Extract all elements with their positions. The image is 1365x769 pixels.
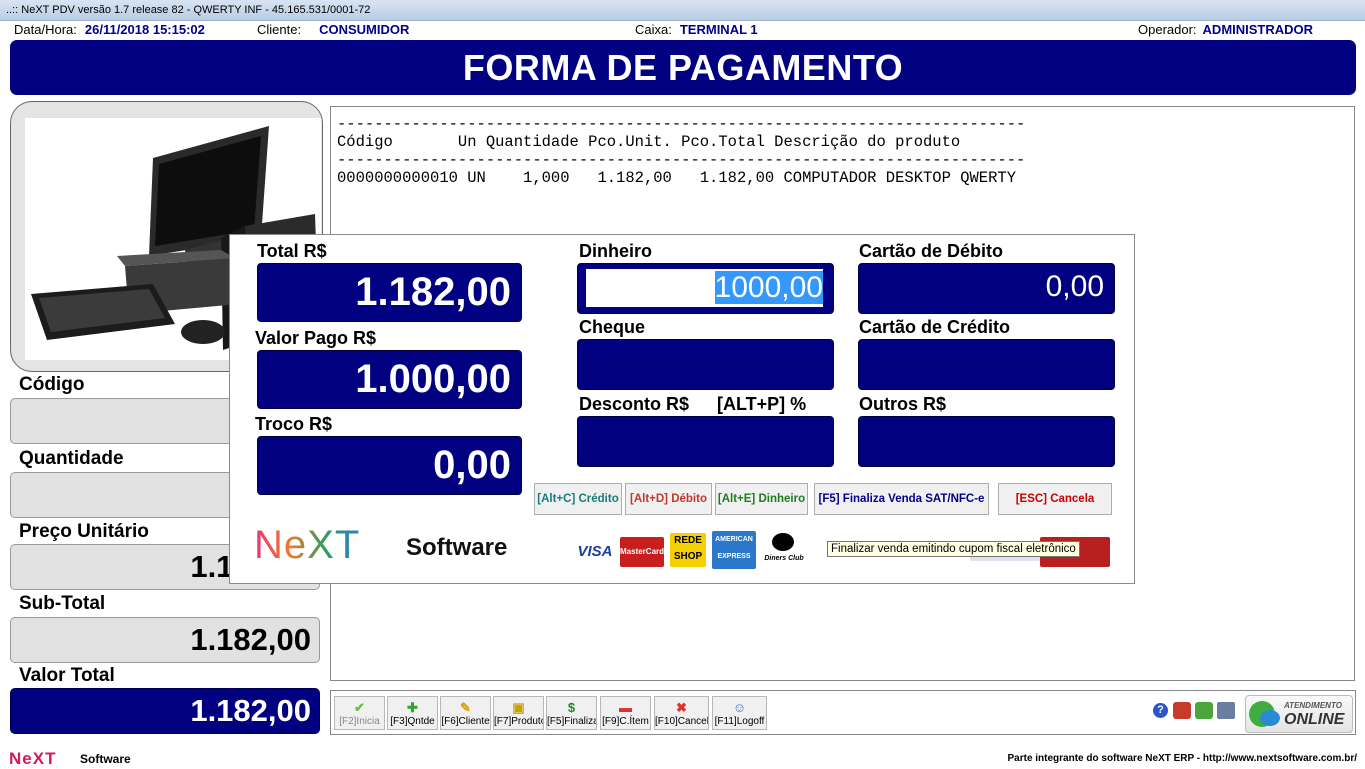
total-label: Total R$ [257, 241, 327, 261]
outros-label: Outros R$ [859, 394, 947, 414]
pencil-icon: ✎ [460, 700, 471, 715]
cartao-credito-field[interactable] [858, 339, 1115, 390]
dollar-icon: $ [567, 700, 576, 715]
toolbar-button-inicia[interactable]: ✔ [F2]Inicia [334, 696, 385, 730]
valor-pago-field: 1.000,00 [257, 350, 522, 409]
check-icon: ✔ [354, 700, 365, 715]
mastercard-logo: MasterCard [620, 537, 664, 567]
subtotal-label: Sub-Total [19, 593, 106, 614]
amex-logo: AMERICAN EXPRESS [712, 531, 756, 569]
debito-button[interactable]: [Alt+D] Débito [625, 483, 712, 515]
operator-label: Operador: [1138, 22, 1197, 37]
cashier-info: Caixa: TERMINAL 1 [635, 22, 758, 38]
credito-button[interactable]: [Alt+C] Crédito [534, 483, 622, 515]
dinheiro-input[interactable]: 1000,00 [586, 269, 823, 307]
sync-icon[interactable] [1195, 702, 1213, 719]
datetime-label: Data/Hora: [14, 22, 77, 37]
box-icon: ▣ [512, 700, 525, 715]
redeshop-logo: REDE SHOP [670, 533, 706, 567]
footer-logo-software: Software [80, 752, 131, 766]
payment-dialog: Total R$ 1.182,00 Valor Pago R$ 1.000,00… [229, 234, 1135, 584]
cashier-label: Caixa: [635, 22, 672, 37]
desconto-hint: [ALT+P] % [717, 394, 807, 414]
receipt-item-row: 0000000000010 UN 1,000 1.182,00 1.182,00… [337, 169, 1017, 187]
cashier-value: TERMINAL 1 [679, 22, 758, 37]
outros-field[interactable] [858, 416, 1115, 467]
alert-icon[interactable] [1173, 702, 1191, 719]
dinheiro-field[interactable]: 1000,00 [577, 263, 834, 314]
client-value: CONSUMIDOR [319, 22, 410, 37]
finaliza-venda-button[interactable]: [F5] Finaliza Venda SAT/NFC-e [814, 483, 989, 515]
cartao-debito-field[interactable]: 0,00 [858, 263, 1115, 314]
valor-total-label: Valor Total [19, 665, 115, 686]
operator-info: Operador: ADMINISTRADOR [1138, 22, 1313, 38]
codigo-label: Código [19, 374, 85, 395]
atendimento-online-button[interactable]: ATENDIMENTO ONLINE [1245, 695, 1353, 733]
next-logo: NeXT [254, 523, 361, 567]
toolbar-button-produto[interactable]: ▣ [F7]Produto [493, 696, 544, 730]
valor-pago-label: Valor Pago R$ [255, 328, 377, 348]
help-icon[interactable]: ? [1153, 703, 1168, 718]
datetime-info: Data/Hora: 26/11/2018 15:15:02 [14, 22, 205, 38]
receipt-separator: ----------------------------------------… [337, 151, 1026, 169]
page-title: FORMA DE PAGAMENTO [10, 40, 1356, 95]
cheque-field[interactable] [577, 339, 834, 390]
receipt-header: Código Un Quantidade Pco.Unit. Pco.Total… [337, 133, 961, 151]
window-title: ..:: NeXT PDV versão 1.7 release 82 - QW… [6, 4, 371, 16]
function-toolbar: ✔ [F2]Inicia ✚ [F3]Qntde ✎ [F6]Cliente ▣… [330, 690, 1356, 735]
receipt-separator: ----------------------------------------… [337, 115, 1026, 133]
footer-logo-next: NeXT [9, 749, 57, 768]
troco-field: 0,00 [257, 436, 522, 495]
chat-bubble-icon [1260, 710, 1280, 726]
desconto-field[interactable] [577, 416, 834, 467]
finaliza-tooltip: Finalizar venda emitindo cupom fiscal el… [827, 541, 1080, 557]
dinheiro-button[interactable]: [Alt+E] Dinheiro [715, 483, 808, 515]
troco-label: Troco R$ [255, 414, 333, 434]
user-icon: ☺ [732, 700, 747, 715]
toolbar-button-logoff[interactable]: ☺ [F11]Logoff [712, 696, 767, 730]
receipt-text: ----------------------------------------… [337, 115, 1025, 187]
client-info: Cliente: CONSUMIDOR [257, 22, 409, 38]
dinheiro-selected-text: 1000,00 [714, 271, 823, 304]
dinheiro-label: Dinheiro [579, 241, 653, 261]
preco-unitario-label: Preço Unitário [19, 521, 149, 542]
datetime-value: 26/11/2018 15:15:02 [84, 22, 205, 37]
toolbar-button-cliente[interactable]: ✎ [F6]Cliente [440, 696, 491, 730]
subtotal-field: 1.182,00 [10, 617, 320, 663]
online-small-label: ATENDIMENTO [1284, 701, 1342, 710]
cancela-button[interactable]: [ESC] Cancela [998, 483, 1112, 515]
toolbar-button-cancelar[interactable]: ✖ [F10]Cancel [654, 696, 709, 730]
client-label: Cliente: [257, 22, 302, 37]
x-icon: ✖ [676, 700, 687, 715]
software-logo-text: Software [406, 534, 508, 561]
footer-credits: Parte integrante do software NeXT ERP - … [1007, 753, 1357, 764]
toolbar-button-cancela-item[interactable]: ▬ [F9]C.Ítem [600, 696, 651, 730]
window-title-bar: ..:: NeXT PDV versão 1.7 release 82 - QW… [0, 0, 1365, 21]
minus-icon: ▬ [619, 700, 632, 715]
cartao-debito-label: Cartão de Débito [859, 241, 1004, 261]
desconto-label: Desconto R$ [579, 394, 690, 414]
quantidade-label: Quantidade [19, 448, 124, 469]
diners-circle-icon [772, 533, 794, 551]
plus-icon: ✚ [407, 700, 418, 715]
visa-logo: VISA [577, 543, 613, 560]
toolbar-button-finaliza[interactable]: $ [F5]Finaliza [546, 696, 597, 730]
cartao-credito-label: Cartão de Crédito [859, 317, 1011, 337]
operator-value: ADMINISTRADOR [1202, 22, 1314, 37]
network-icon[interactable] [1217, 702, 1235, 719]
valor-total-field: 1.182,00 [10, 688, 320, 734]
online-big-label: ONLINE [1284, 711, 1345, 728]
total-field: 1.182,00 [257, 263, 522, 322]
cheque-label: Cheque [579, 317, 646, 337]
toolbar-button-quantidade[interactable]: ✚ [F3]Qntde [387, 696, 438, 730]
